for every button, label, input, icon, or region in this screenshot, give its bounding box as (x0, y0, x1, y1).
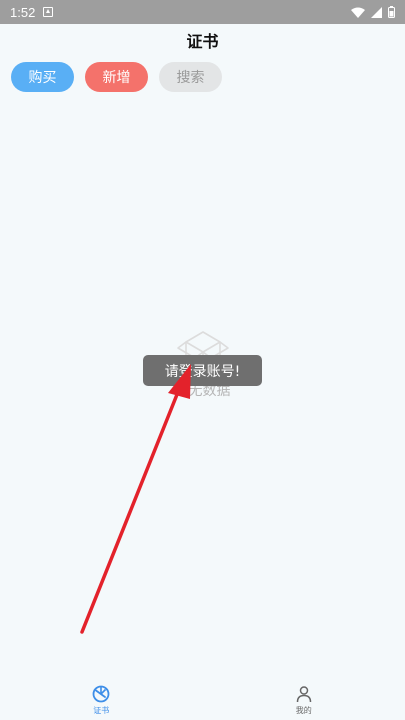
status-icons (351, 6, 395, 18)
signal-icon (371, 6, 382, 18)
user-icon (296, 685, 311, 702)
search-button[interactable]: 搜索 (159, 62, 222, 92)
certificate-icon (92, 685, 110, 702)
status-bar: 1:52 (0, 0, 405, 24)
nav-item-certificate[interactable]: 证书 (0, 680, 203, 720)
nav-label-certificate: 证书 (93, 705, 110, 715)
action-bar: 购买 新增 搜索 (11, 62, 222, 92)
add-button[interactable]: 新增 (85, 62, 148, 92)
page-title: 证书 (186, 32, 219, 51)
nav-label-mine: 我的 (295, 705, 312, 715)
notification-icon (43, 7, 54, 17)
nav-item-mine[interactable]: 我的 (203, 680, 405, 720)
wifi-icon (351, 7, 365, 18)
bottom-nav: 证书 我的 (0, 680, 405, 720)
login-toast: 请登录账号! (143, 355, 262, 386)
battery-icon (388, 6, 395, 18)
status-time: 1:52 (10, 4, 36, 20)
buy-button[interactable]: 购买 (11, 62, 74, 92)
